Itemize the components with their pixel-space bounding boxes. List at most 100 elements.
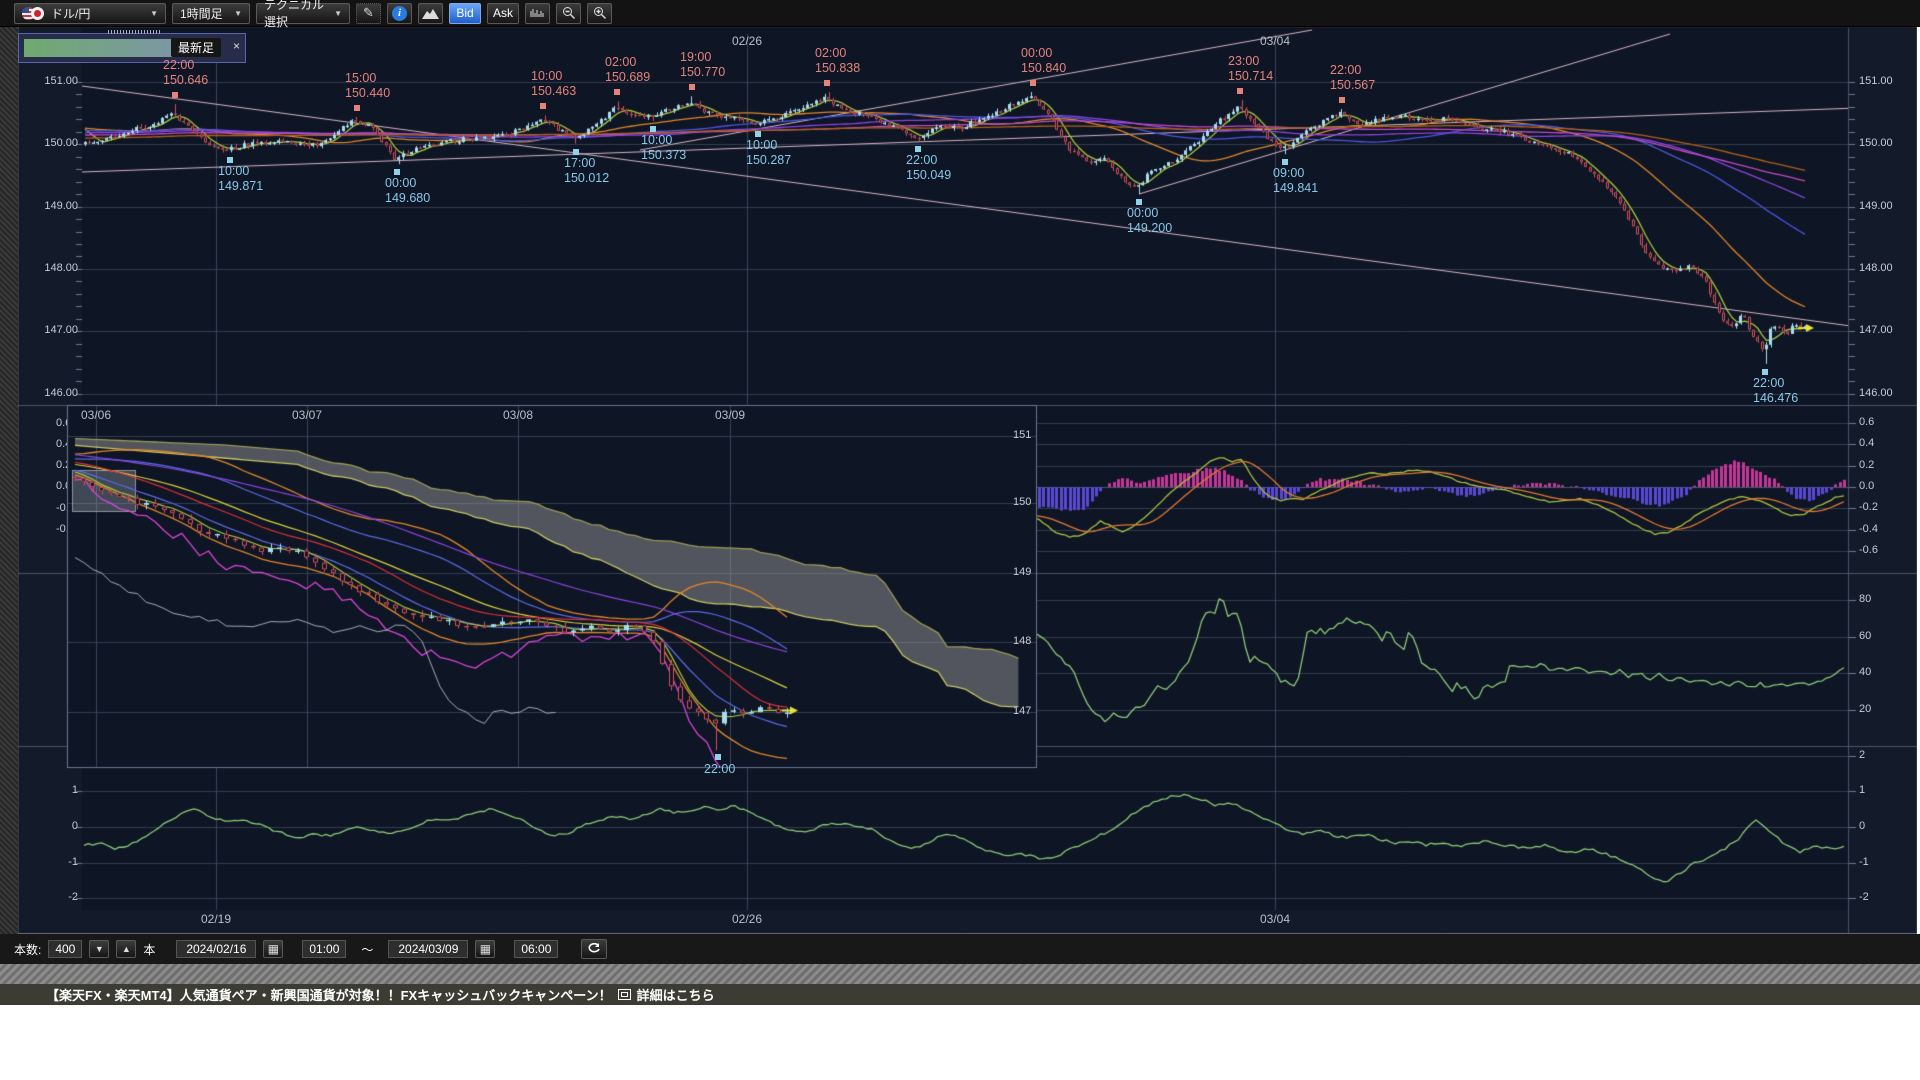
high-annotation: 22:00150.646	[163, 58, 208, 88]
high-marker	[172, 92, 178, 98]
zoom-in-button[interactable]	[587, 3, 612, 24]
annotation-price: 150.646	[163, 73, 208, 88]
annotation-time: 02:00	[605, 55, 650, 70]
price-axis-label: 148.00	[1859, 262, 1893, 274]
jp-flag-icon	[31, 7, 44, 20]
ask-button[interactable]: Ask	[487, 3, 519, 24]
annotation-price: 150.440	[345, 86, 390, 101]
osc-axis-label: 1	[1859, 784, 1865, 796]
osc-axis-label: 0	[1859, 820, 1865, 832]
rsi-axis-label: 80	[1859, 593, 1871, 605]
pair-flags-icon	[22, 7, 44, 20]
osc-axis-label: 1	[40, 784, 78, 796]
reload-button[interactable]	[581, 939, 607, 959]
annotation-price: 150.463	[531, 84, 576, 99]
low-marker	[394, 169, 400, 175]
latest-bar-window[interactable]: 最新足 ×	[18, 33, 246, 63]
low-annotation: 10:00150.373	[641, 133, 686, 163]
high-annotation: 00:00150.840	[1021, 46, 1066, 76]
inset-date-label: 03/08	[503, 408, 533, 422]
macd-axis-label-clipped: 0.0	[56, 480, 67, 492]
annotation-price: 150.012	[564, 171, 609, 186]
bar-count-input[interactable]: 400	[48, 940, 82, 958]
low-annotation: 17:00150.012	[564, 156, 609, 186]
osc-axis-label: 2	[1859, 749, 1865, 761]
high-marker	[1339, 97, 1345, 103]
chart-canvas[interactable]	[0, 0, 1920, 1080]
chevron-down-icon: ▼	[234, 9, 242, 18]
time-to-input[interactable]: 06:00	[514, 940, 558, 958]
bid-button[interactable]: Bid	[449, 3, 481, 24]
info-button[interactable]: i	[387, 3, 412, 24]
annotation-price: 150.049	[906, 168, 951, 183]
price-axis-label: 146.00	[20, 387, 78, 399]
draw-button[interactable]: ✎	[356, 3, 381, 24]
inset-price-label-clipped: 147	[1013, 705, 1035, 717]
calendar-to-button[interactable]: ▦	[475, 940, 495, 958]
annotation-price: 149.200	[1127, 221, 1172, 236]
high-marker	[354, 105, 360, 111]
low-annotation: 22:00146.476	[1753, 376, 1798, 406]
date-from-input[interactable]: 2024/02/16	[176, 940, 256, 958]
inset-price-label-clipped: 148	[1013, 635, 1035, 647]
price-axis-label: 149.00	[1859, 200, 1893, 212]
timeframe-selector[interactable]: 1時間足 ▼	[172, 3, 250, 24]
annotation-price: 150.567	[1330, 78, 1375, 93]
technical-selector[interactable]: テクニカル選択 ▼	[256, 3, 350, 24]
price-axis-label: 151.00	[20, 75, 78, 87]
annotation-time: 22:00	[1330, 63, 1375, 78]
annotation-time: 17:00	[564, 156, 609, 171]
annotation-time: 23:00	[1228, 54, 1273, 69]
osc-axis-label: -2	[1859, 891, 1869, 903]
ask-label: Ask	[493, 6, 513, 20]
count-unit-label: 本	[143, 941, 155, 958]
annotation-time: 10:00	[531, 69, 576, 84]
annotation-time: 02:00	[815, 46, 860, 61]
pair-selector[interactable]: ドル/円 ▼	[14, 3, 166, 24]
tick-chart-button[interactable]	[525, 3, 550, 24]
macd-axis-label-clipped: -0.2	[56, 502, 67, 514]
low-annotation: 00:00149.680	[385, 176, 430, 206]
annotation-price: 149.841	[1273, 181, 1318, 196]
annotation-time: 09:00	[1273, 166, 1318, 181]
low-marker	[1762, 369, 1768, 375]
zoom-out-button[interactable]	[556, 3, 581, 24]
macd-axis-label-clipped: 0.6	[56, 417, 67, 429]
chevron-down-icon: ▼	[334, 9, 342, 18]
low-annotation: 09:00149.841	[1273, 166, 1318, 196]
low-annotation: 22:00	[704, 762, 735, 777]
rsi-axis-label: 60	[1859, 630, 1871, 642]
tick-waveform-icon	[530, 7, 545, 19]
price-axis-label: 151.00	[1859, 75, 1893, 87]
high-marker	[540, 103, 546, 109]
high-marker	[824, 80, 830, 86]
low-marker	[715, 754, 721, 760]
count-increment-button[interactable]: ▲	[116, 940, 136, 958]
macd-axis-label: -0.4	[1859, 523, 1878, 535]
chevron-up-icon: ▲	[122, 944, 131, 954]
rsi-axis-label: 40	[1859, 666, 1871, 678]
chart-type-button[interactable]	[418, 3, 443, 24]
pair-label: ドル/円	[51, 5, 90, 22]
range-separator: ～	[361, 941, 373, 958]
price-axis-label: 150.00	[1859, 137, 1893, 149]
drag-handle-ticks[interactable]	[108, 30, 160, 34]
low-marker	[915, 146, 921, 152]
reload-icon	[587, 943, 601, 955]
annotation-time: 22:00	[906, 153, 951, 168]
banner-link[interactable]: 詳細はこちら	[637, 985, 715, 1004]
count-decrement-button[interactable]: ▼	[89, 940, 109, 958]
high-marker	[1237, 88, 1243, 94]
high-marker	[614, 89, 620, 95]
close-icon[interactable]: ×	[233, 40, 240, 52]
time-from-input[interactable]: 01:00	[302, 940, 346, 958]
osc-axis-label: -2	[40, 891, 78, 903]
high-annotation: 10:00150.463	[531, 69, 576, 99]
annotation-price: 150.840	[1021, 61, 1066, 76]
date-to-input[interactable]: 2024/03/09	[388, 940, 468, 958]
price-axis-label: 147.00	[1859, 324, 1893, 336]
calendar-from-button[interactable]: ▦	[263, 940, 283, 958]
price-axis-label: 147.00	[20, 324, 78, 336]
annotation-price: 149.871	[218, 179, 263, 194]
annotation-time: 10:00	[746, 138, 791, 153]
